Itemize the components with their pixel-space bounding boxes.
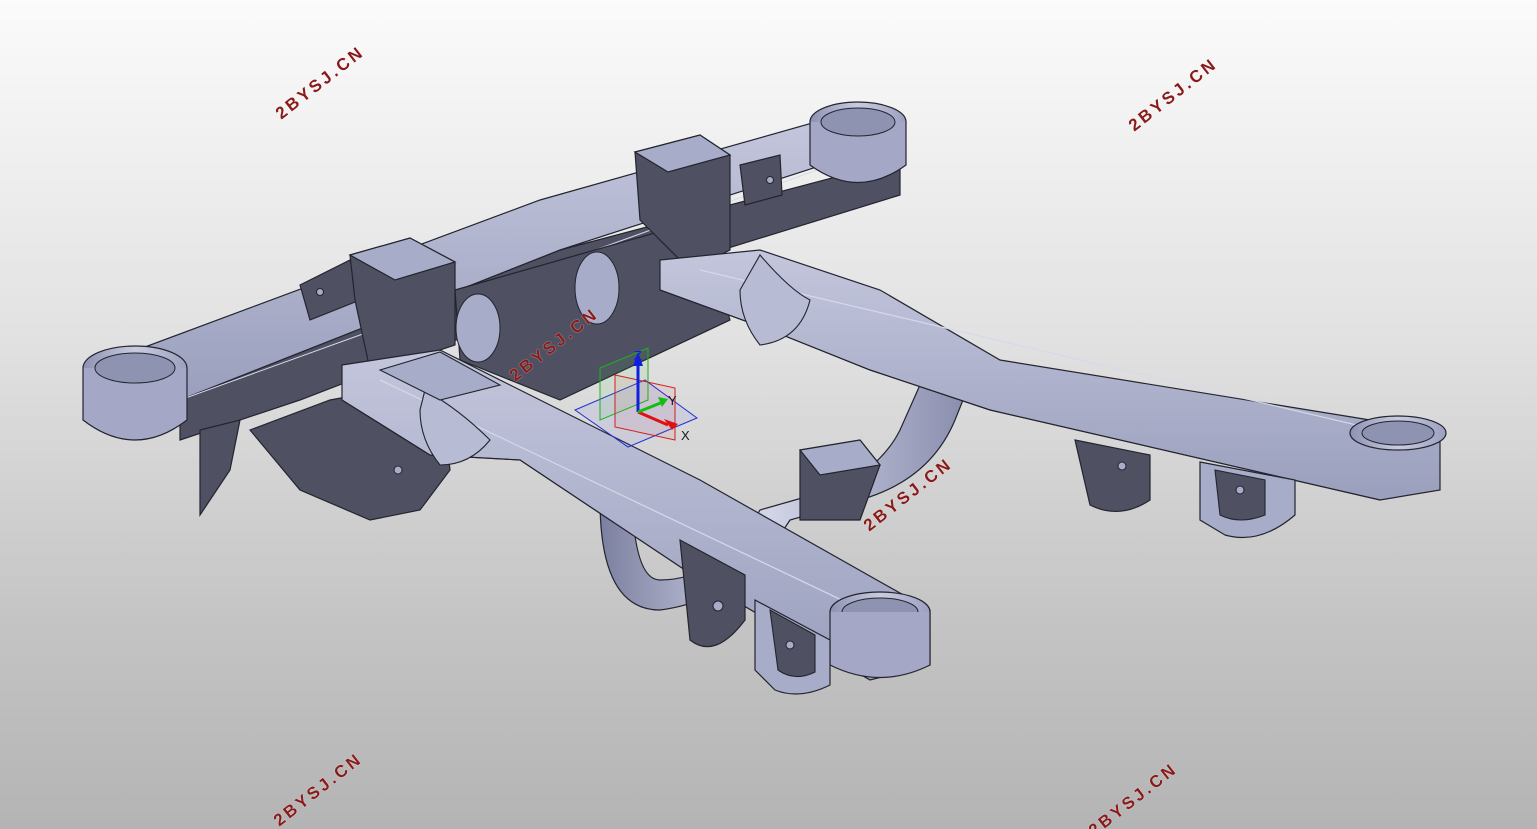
- subframe-model[interactable]: Z X Y: [0, 0, 1537, 829]
- z-axis-label: Z: [634, 348, 642, 363]
- right-side-arm[interactable]: [659, 249, 1447, 539]
- graphics-viewport[interactable]: Z X Y 2BYSJ.CN 2BYSJ.CN 2BYSJ.CN 2BYSJ.C…: [0, 0, 1537, 829]
- y-axis-label: Y: [668, 393, 677, 408]
- x-axis-label: X: [681, 428, 690, 443]
